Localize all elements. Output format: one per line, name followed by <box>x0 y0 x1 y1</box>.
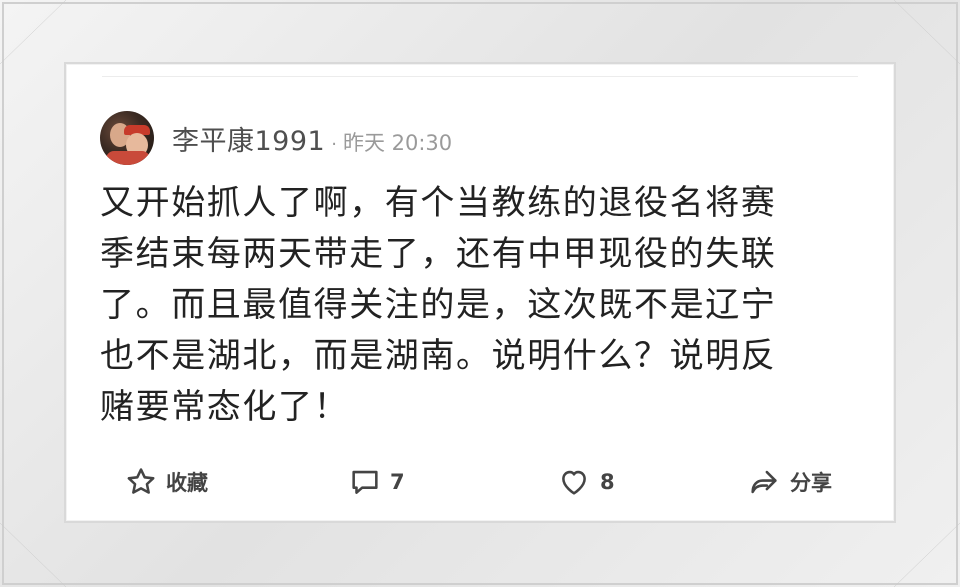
divider <box>102 76 858 77</box>
comment-count: 7 <box>390 470 405 494</box>
username[interactable]: 李平康1991 <box>172 119 325 158</box>
post-content: 又开始抓人了啊，有个当教练的退役名将赛 季结束每两天带走了，还有中甲现役的失联 … <box>100 183 777 427</box>
like-button[interactable]: 8 <box>556 462 615 502</box>
star-outline-icon <box>127 468 155 494</box>
avatar-shirt <box>106 151 150 165</box>
share-label: 分享 <box>790 471 832 495</box>
favorite-button[interactable]: 收藏 <box>124 462 208 502</box>
post-card: 李平康1991 · 昨天 20:30 又开始抓人了啊，有个当教练的退役名将赛 季… <box>64 62 896 523</box>
share-arrow-icon <box>751 470 777 494</box>
post-timestamp: 昨天 20:30 <box>342 130 453 155</box>
comment-bubble-icon <box>352 470 378 494</box>
action-bar: 收藏 7 8 分享 <box>66 462 894 502</box>
avatar[interactable] <box>100 111 154 165</box>
comment-button[interactable]: 7 <box>348 462 405 502</box>
user-meta: 李平康1991 · 昨天 20:30 <box>172 119 452 158</box>
share-button[interactable]: 分享 <box>746 462 832 502</box>
post-header: 李平康1991 · 昨天 20:30 <box>100 110 452 166</box>
like-count: 8 <box>600 470 615 494</box>
favorite-label: 收藏 <box>166 471 208 495</box>
meta-separator: · <box>331 133 337 155</box>
picture-frame: 李平康1991 · 昨天 20:30 又开始抓人了啊，有个当教练的退役名将赛 季… <box>0 0 960 587</box>
heart-outline-icon <box>562 470 586 495</box>
